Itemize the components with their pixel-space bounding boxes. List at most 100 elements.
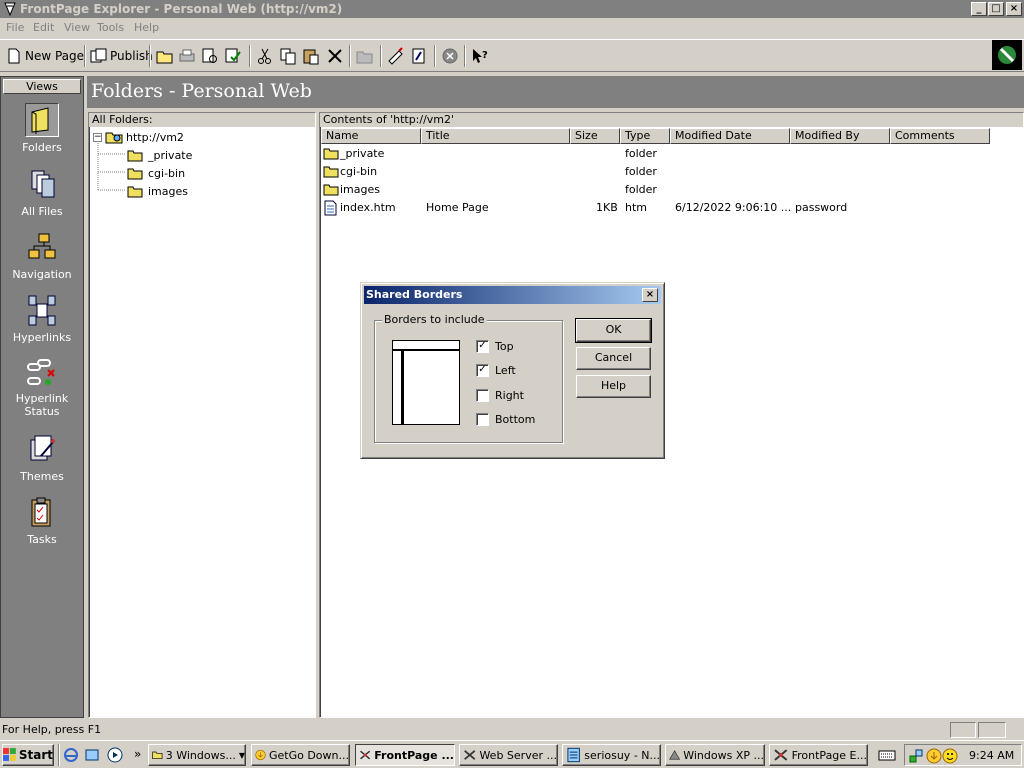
smiley-icon[interactable] xyxy=(942,748,958,764)
network-icon[interactable] xyxy=(908,748,924,764)
taskbar-item-frontpage-editor[interactable]: FrontPage E... xyxy=(769,744,868,766)
toolbar-separator xyxy=(464,45,466,67)
delete-icon[interactable] xyxy=(326,47,344,65)
clock[interactable]: 9:24 AM xyxy=(969,749,1014,762)
view-all-files[interactable]: All Files xyxy=(1,167,83,218)
new-page-button[interactable]: New Page xyxy=(6,45,84,67)
new-folder-icon[interactable] xyxy=(356,47,374,65)
tree-item[interactable]: images xyxy=(127,183,188,199)
tree-item-label: images xyxy=(148,184,188,198)
start-button[interactable]: Start xyxy=(2,744,54,766)
frontpage-icon xyxy=(360,750,371,760)
bottom-checkbox-box[interactable] xyxy=(476,413,489,426)
row-modified-date: 6/12/2022 9:06:10 ... xyxy=(675,201,792,214)
copy-icon[interactable] xyxy=(279,47,297,65)
column-size[interactable]: Size xyxy=(570,128,620,144)
help-pointer-icon[interactable]: ? xyxy=(471,47,489,65)
view-folders[interactable]: Folders xyxy=(1,103,83,154)
html-file-icon xyxy=(324,200,337,216)
status-text: For Help, press F1 xyxy=(2,723,102,736)
publish-button[interactable]: Publish xyxy=(90,45,153,67)
publish-label: Publish xyxy=(110,49,153,63)
left-checkbox-box[interactable]: ✓ xyxy=(476,364,489,377)
view-hyperlinks[interactable]: Hyperlinks xyxy=(1,293,83,344)
view-tasks[interactable]: Tasks xyxy=(1,495,83,546)
left-checkbox[interactable]: ✓ Left xyxy=(476,364,516,377)
folder-icon xyxy=(127,168,143,179)
table-row[interactable]: images folder xyxy=(320,181,1020,199)
show-desktop-icon[interactable] xyxy=(84,747,100,763)
view-hyperlink-status[interactable]: Hyperlink Status xyxy=(1,356,83,418)
close-button[interactable]: × xyxy=(1006,2,1022,16)
taskbar-separator xyxy=(58,744,60,766)
paste-icon[interactable] xyxy=(302,47,320,65)
dialog-close-button[interactable]: × xyxy=(642,288,658,302)
print-icon[interactable] xyxy=(178,47,196,65)
files-icon xyxy=(31,170,55,198)
top-checkbox-box[interactable]: ✓ xyxy=(476,340,489,353)
show-editor-icon[interactable] xyxy=(387,47,405,65)
menu-tools[interactable]: Tools xyxy=(97,21,124,34)
tree-item[interactable]: _private xyxy=(127,147,192,163)
toolbar-separator xyxy=(349,45,351,67)
page-title: Folders - Personal Web xyxy=(87,76,1024,108)
table-row[interactable]: index.htm Home Page 1KB htm 6/12/2022 9:… xyxy=(320,199,1020,217)
column-modified-by[interactable]: Modified By xyxy=(790,128,890,144)
column-type[interactable]: Type xyxy=(620,128,670,144)
menu-file[interactable]: File xyxy=(6,21,24,34)
menu-help[interactable]: Help xyxy=(134,21,159,34)
cut-icon[interactable] xyxy=(256,47,274,65)
column-comments[interactable]: Comments xyxy=(890,128,990,144)
keyboard-icon[interactable] xyxy=(878,747,896,763)
toolbar-separator xyxy=(434,45,436,67)
folder-icon xyxy=(127,186,143,197)
column-title[interactable]: Title xyxy=(421,128,570,144)
right-checkbox-box[interactable] xyxy=(476,389,489,402)
status-panel xyxy=(950,722,976,738)
menu-edit[interactable]: Edit xyxy=(33,21,54,34)
view-themes[interactable]: Themes xyxy=(1,432,83,483)
ok-button[interactable]: OK xyxy=(575,318,652,343)
spelling-icon[interactable] xyxy=(224,47,242,65)
image-editor-icon[interactable] xyxy=(410,47,428,65)
svg-text:?: ? xyxy=(482,50,488,61)
table-row[interactable]: cgi-bin folder xyxy=(320,163,1020,181)
table-row[interactable]: _private folder xyxy=(320,145,1020,163)
tree-item[interactable]: cgi-bin xyxy=(127,165,185,181)
taskbar-item-windows-xp[interactable]: Windows XP ... xyxy=(665,744,765,766)
folder-tree: All Folders: − http://vm2 _private cgi-b… xyxy=(88,112,316,718)
minimize-button[interactable]: _ xyxy=(971,2,987,16)
taskbar-item-web-server[interactable]: Web Server ... xyxy=(459,744,558,766)
taskbar-item-frontpage[interactable]: FrontPage ... xyxy=(355,744,455,766)
open-icon[interactable] xyxy=(156,47,174,65)
top-checkbox[interactable]: ✓ Top xyxy=(476,340,514,353)
tree-item-label: cgi-bin xyxy=(148,166,186,180)
preview-icon[interactable] xyxy=(201,47,219,65)
ie-icon[interactable] xyxy=(63,747,79,763)
row-type: folder xyxy=(625,165,657,178)
download-manager-icon[interactable] xyxy=(926,748,942,764)
cancel-button[interactable]: Cancel xyxy=(576,347,651,370)
quick-launch-more[interactable]: » xyxy=(134,747,141,761)
borders-group-label: Borders to include xyxy=(382,313,487,326)
taskbar-item-getgo[interactable]: GetGo Down... xyxy=(251,744,350,766)
shared-borders-dialog: Shared Borders × Borders to include ✓ To… xyxy=(360,282,665,459)
stop-icon[interactable] xyxy=(441,47,459,65)
bottom-checkbox-label: Bottom xyxy=(495,413,536,426)
dialog-title-bar[interactable]: Shared Borders × xyxy=(364,286,661,304)
bottom-checkbox[interactable]: Bottom xyxy=(476,413,535,426)
vm-icon xyxy=(669,750,681,760)
menu-view[interactable]: View xyxy=(64,21,90,34)
row-type: htm xyxy=(625,201,647,214)
media-player-icon[interactable] xyxy=(107,747,123,763)
help-button[interactable]: Help xyxy=(576,375,651,398)
column-name[interactable]: Name xyxy=(321,128,421,144)
taskbar-item-notepad[interactable]: seriosuy - N... xyxy=(562,744,661,766)
view-navigation[interactable]: Navigation xyxy=(1,230,83,281)
folder-icon xyxy=(127,150,143,161)
taskbar-item-label: 3 Windows... xyxy=(165,748,236,762)
column-modified-date[interactable]: Modified Date xyxy=(670,128,790,144)
right-checkbox[interactable]: Right xyxy=(476,389,524,402)
maximize-button[interactable]: □ xyxy=(988,2,1004,16)
taskbar-item-windows[interactable]: 3 Windows... ▼ xyxy=(148,744,246,766)
